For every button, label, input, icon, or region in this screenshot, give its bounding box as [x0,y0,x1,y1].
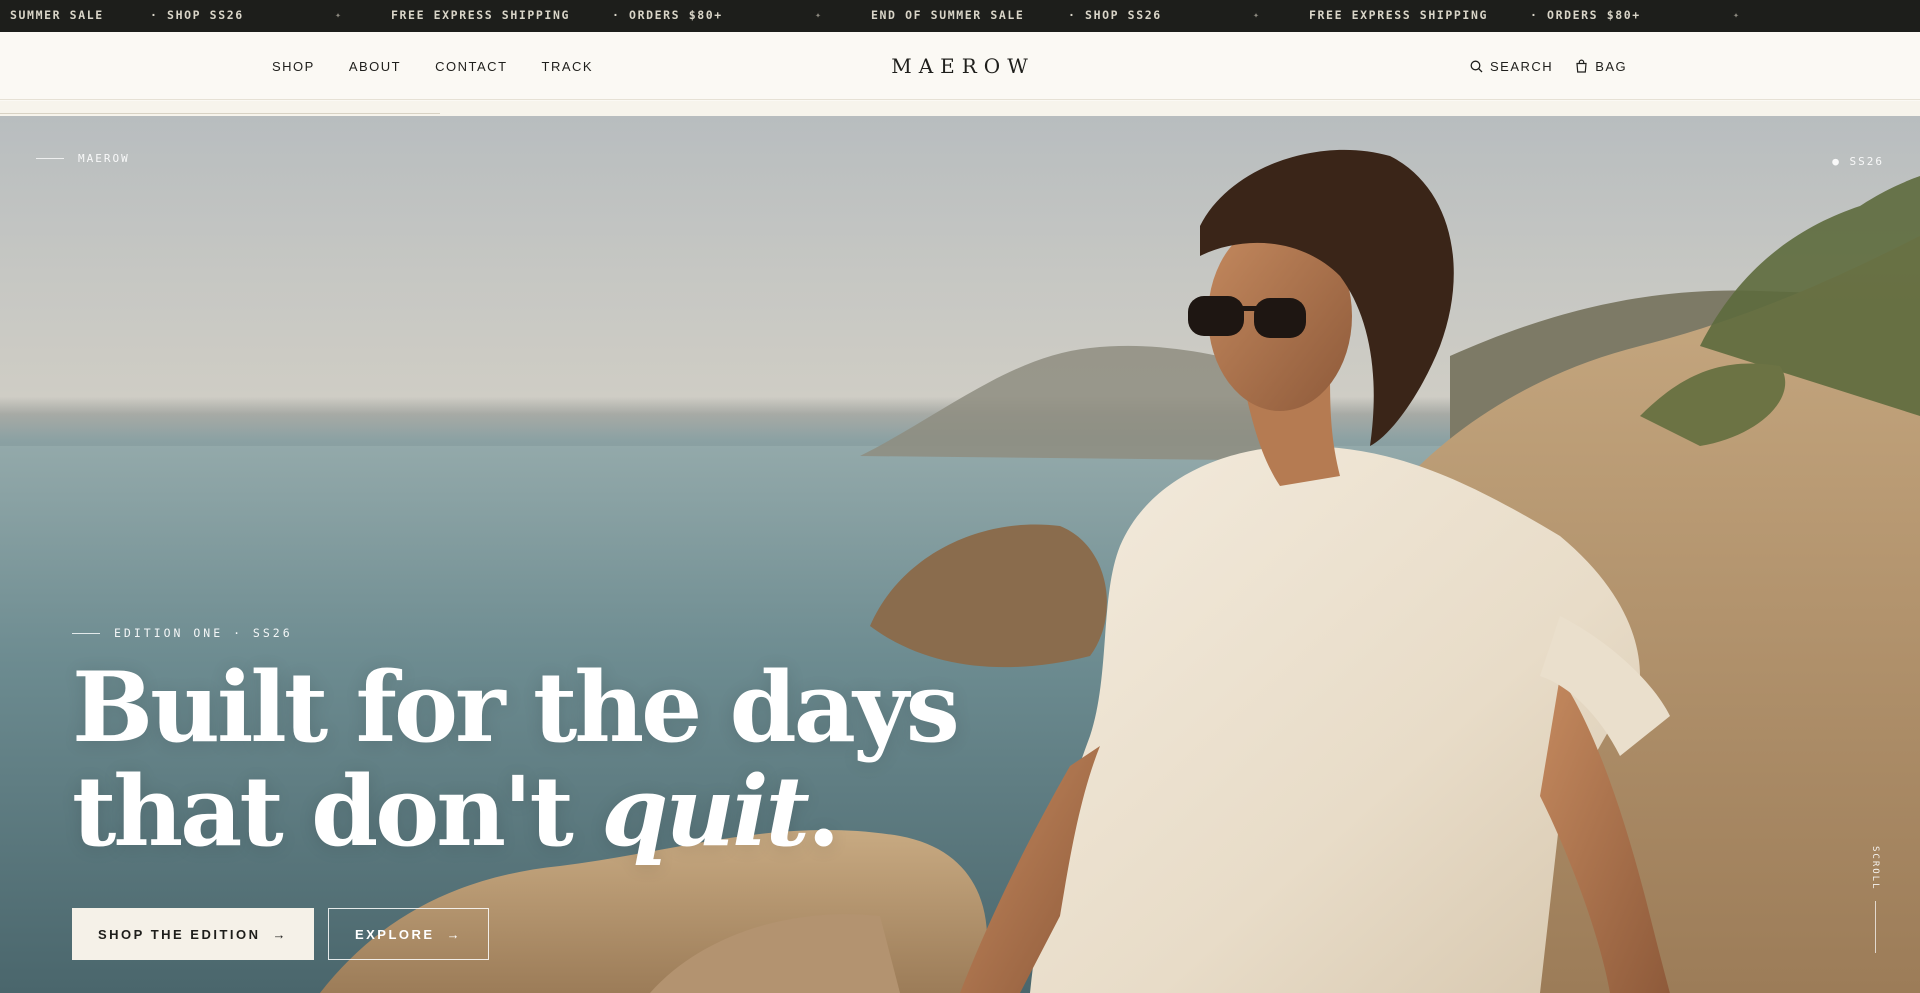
search-button[interactable]: SEARCH [1470,59,1553,74]
ticker-item: END OF SUMMER SALE [871,8,1025,22]
shop-edition-button[interactable]: SHOP THE EDITION → [72,908,314,960]
ticker-item: FREE EXPRESS SHIPPING [1309,8,1488,22]
nav-shop[interactable]: SHOP [272,59,315,74]
explore-button[interactable]: EXPLORE → [328,908,489,960]
scroll-indicator[interactable]: SCROLL [1868,846,1882,953]
search-label: SEARCH [1490,58,1554,74]
shop-edition-label: SHOP THE EDITION [97,926,261,942]
arrow-right-icon: → [446,926,463,942]
announcement-bar: SUMMER SALE · SHOP SS26 ✦ FREE EXPRESS S… [0,0,1920,32]
ticker-item: SUMMER SALE [10,8,104,22]
scroll-line [1874,900,1876,953]
sparkle-icon: ✦ [815,10,823,21]
hero-section: MAEROW ● SS26 EDITION ONE · SS26 Built f… [0,116,1920,993]
headline-italic-word: quit [601,755,810,868]
bag-icon [1576,59,1587,73]
bag-label: BAG [1595,58,1628,74]
arrow-right-icon: → [272,926,289,942]
hero-season-tag: ● SS26 [1832,152,1884,170]
sparkle-icon: ✦ [335,10,343,21]
season-label: ● SS26 [1832,155,1884,168]
brand-logo[interactable]: MAEROW [885,54,1035,78]
explore-label: EXPLORE [354,926,435,942]
utility-nav: SEARCH BAG [1470,32,1649,100]
ticker-item: FREE EXPRESS SHIPPING [391,8,570,22]
sparkle-icon: ✦ [1733,10,1741,21]
site-header: SHOP ABOUT CONTACT TRACK MAEROW SEARCH B… [0,32,1920,100]
nav-about[interactable]: ABOUT [349,59,401,74]
bag-button[interactable]: BAG [1575,59,1627,74]
hero-headline: Built for the days that don't quit. [72,656,960,864]
search-icon [1470,60,1483,72]
hero-brand-mark: MAEROW [36,152,130,165]
ticker-item: · ORDERS $80+ [612,8,723,22]
ticker-item: · ORDERS $80+ [1530,8,1641,22]
scroll-label: SCROLL [1870,846,1880,891]
ticker-item: · SHOP SS26 [1068,8,1162,22]
primary-nav: SHOP ABOUT CONTACT TRACK [272,32,627,100]
nav-contact[interactable]: CONTACT [435,59,507,74]
ticker-item: · SHOP SS26 [150,8,244,22]
hero-brand-label: MAEROW [78,152,130,165]
headline-line-1: Built for the days [72,651,960,764]
headline-line-2: that don't [72,755,602,868]
sparkle-icon: ✦ [1253,10,1261,21]
eyebrow-text: EDITION ONE · SS26 [114,626,293,640]
header-progress-strip [0,101,1920,116]
hero-eyebrow: EDITION ONE · SS26 [72,626,293,640]
nav-track[interactable]: TRACK [542,59,594,74]
headline-period: . [806,755,840,868]
